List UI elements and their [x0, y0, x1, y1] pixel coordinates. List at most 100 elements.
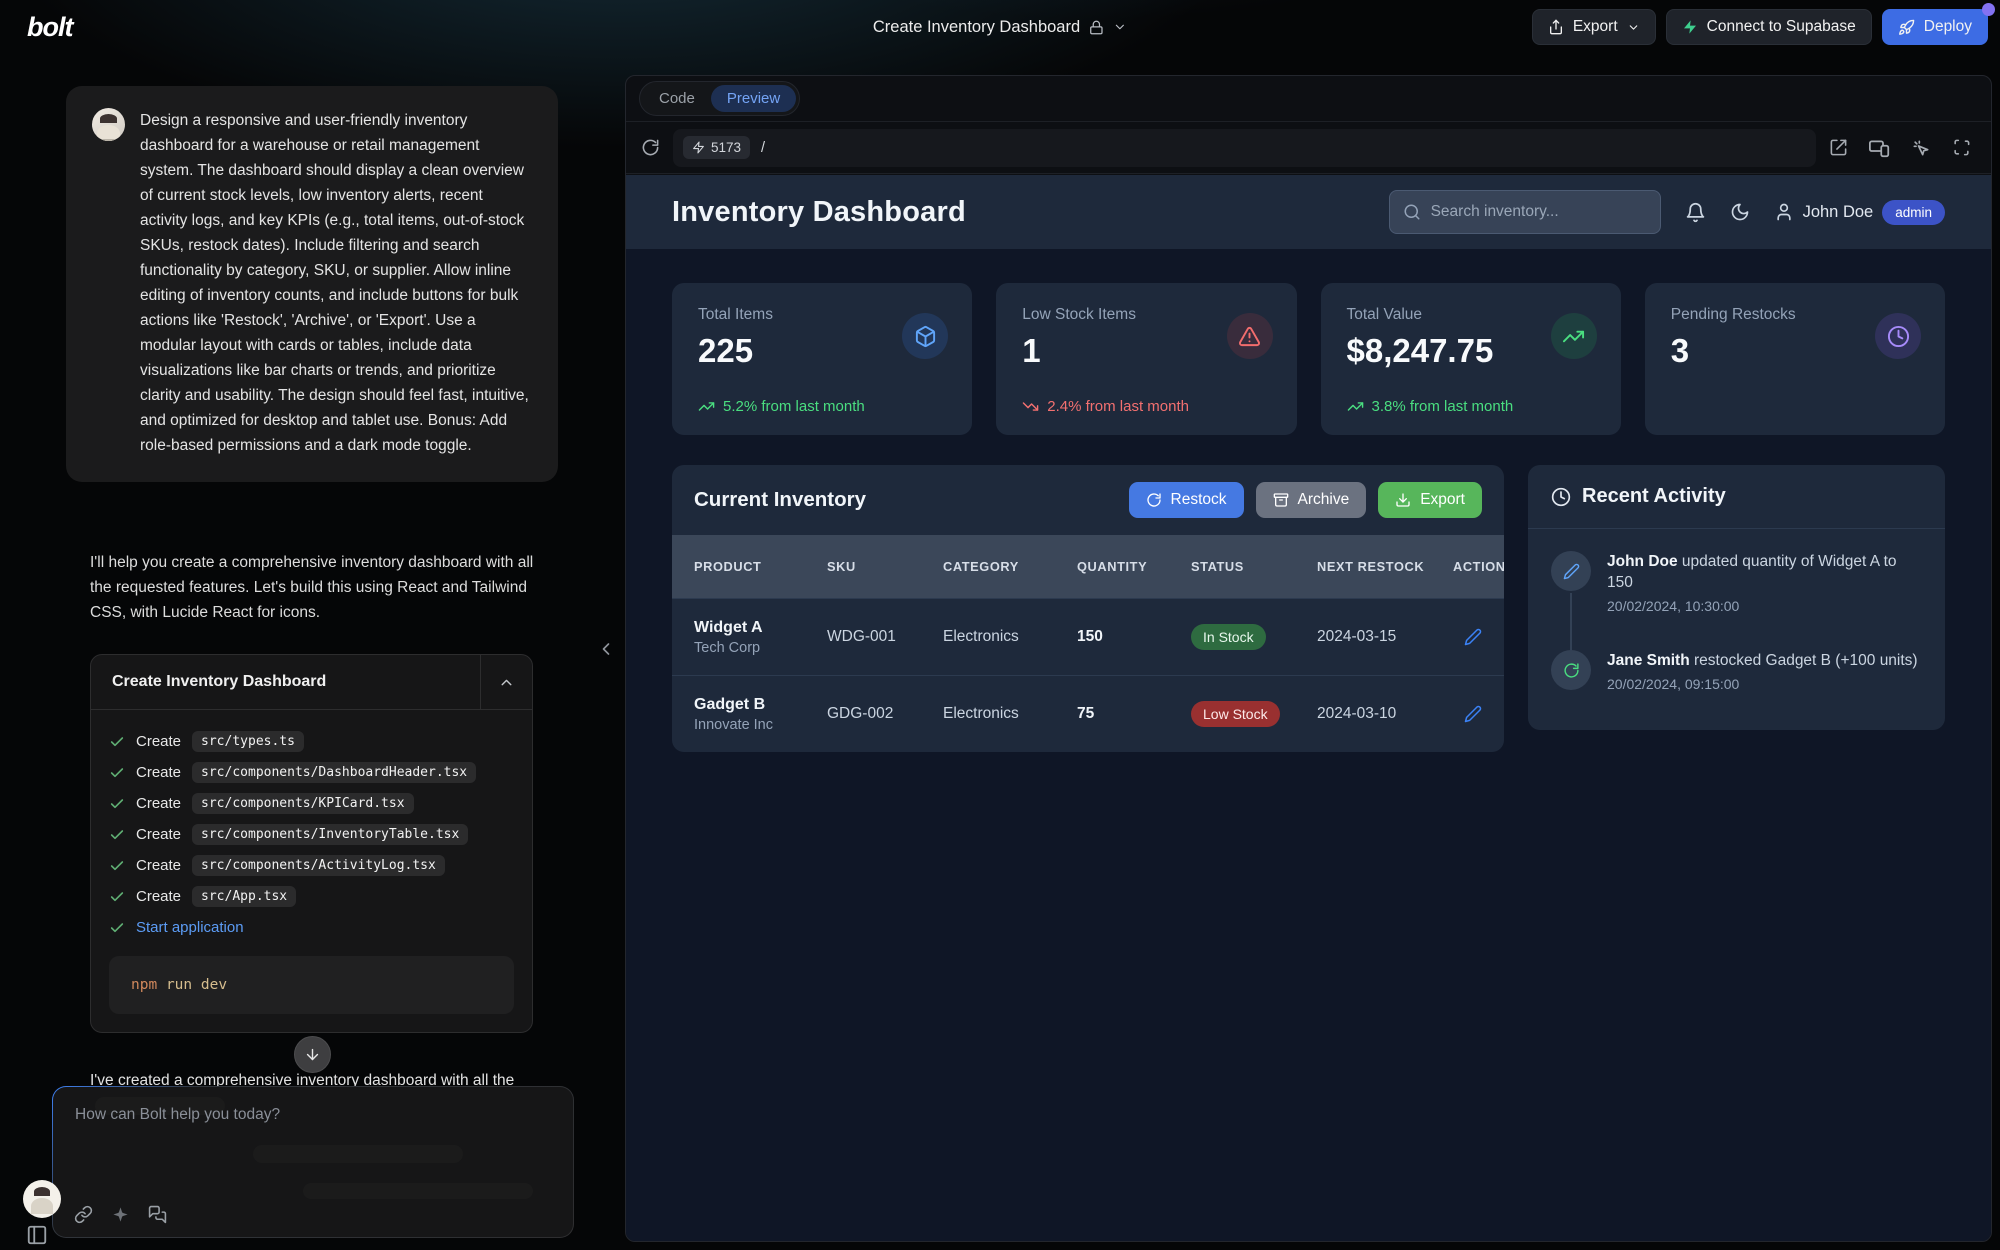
port-chip[interactable]: 5173 — [683, 136, 750, 159]
column-product: Product — [694, 558, 827, 575]
export-button[interactable]: Export — [1532, 9, 1656, 45]
quantity-cell[interactable]: 75 — [1077, 705, 1191, 723]
restock-label: Restock — [1171, 491, 1227, 509]
edit-icon — [1551, 551, 1591, 591]
status-badge: Low Stock — [1191, 701, 1280, 727]
project-title: Create Inventory Dashboard — [873, 18, 1080, 37]
open-external-icon[interactable] — [1829, 138, 1848, 157]
check-icon — [109, 827, 125, 843]
edit-icon[interactable] — [1464, 628, 1482, 646]
collapse-chat-chevron[interactable] — [596, 639, 616, 659]
connect-supabase-button[interactable]: Connect to Supabase — [1666, 9, 1872, 45]
chat-input-box[interactable] — [52, 1086, 574, 1238]
refresh-icon[interactable] — [641, 138, 660, 157]
notification-dot — [1982, 3, 1995, 16]
inventory-search[interactable] — [1389, 190, 1661, 234]
file-path-chip[interactable]: src/components/InventoryTable.tsx — [192, 824, 468, 845]
search-icon — [1403, 203, 1421, 221]
fullscreen-icon[interactable] — [1952, 138, 1971, 157]
bolt-logo: bolt — [27, 12, 72, 43]
scroll-to-bottom-button[interactable] — [294, 1036, 331, 1073]
command-name: npm — [131, 977, 157, 993]
account-avatar[interactable] — [23, 1180, 61, 1218]
file-path-chip[interactable]: src/components/ActivityLog.tsx — [192, 855, 445, 876]
column-category: Category — [943, 558, 1077, 575]
column-sku: SKU — [827, 558, 943, 575]
task-step: Create src/components/DashboardHeader.ts… — [109, 757, 514, 788]
table-row: Gadget B Innovate Inc GDG-002 Electronic… — [672, 675, 1504, 752]
chevron-down-icon — [1627, 21, 1640, 34]
step-action: Create — [136, 888, 181, 905]
inventory-table-card: Current Inventory Restock Archive — [672, 465, 1504, 752]
task-step: Create src/components/ActivityLog.tsx — [109, 850, 514, 881]
link-icon[interactable] — [74, 1205, 93, 1224]
refresh-icon — [1146, 492, 1162, 508]
table-header-row: Product SKU Category Quantity Status Nex… — [672, 535, 1504, 598]
activity-item: John Doe updated quantity of Widget A to… — [1551, 551, 1922, 650]
step-action: Create — [136, 857, 181, 874]
user-menu[interactable]: John Doe admin — [1774, 200, 1945, 225]
kpi-change: 2.4% from last month — [1047, 398, 1189, 415]
chat-input[interactable] — [53, 1087, 573, 1179]
share-icon — [1548, 19, 1564, 35]
task-step: Create src/components/InventoryTable.tsx — [109, 819, 514, 850]
archive-label: Archive — [1298, 491, 1350, 509]
chevron-up-icon — [498, 674, 515, 691]
assistant-intro-text: I'll help you create a comprehensive inv… — [90, 550, 538, 625]
sidebar-toggle-icon[interactable] — [26, 1224, 48, 1246]
sparkles-icon[interactable] — [111, 1205, 130, 1224]
product-supplier: Innovate Inc — [694, 717, 827, 733]
user-avatar — [92, 108, 125, 141]
column-actions: Actions — [1453, 558, 1504, 575]
app-title: Inventory Dashboard — [672, 196, 966, 229]
user-message-text: Design a responsive and user-friendly in… — [140, 108, 534, 458]
recent-activity-card: Recent Activity John Doe updated quantit… — [1528, 465, 1945, 730]
deploy-button[interactable]: Deploy — [1882, 9, 1988, 45]
tab-code[interactable]: Code — [643, 85, 711, 112]
tab-preview[interactable]: Preview — [711, 85, 796, 112]
inspector-cursor-icon[interactable] — [1911, 138, 1931, 158]
quantity-cell[interactable]: 150 — [1077, 628, 1191, 646]
task-panel-title: Create Inventory Dashboard — [91, 673, 480, 691]
address-bar[interactable]: 5173 / — [673, 129, 1816, 167]
terminal-command: npm run dev — [109, 956, 514, 1014]
start-application-step[interactable]: Start application — [109, 912, 514, 943]
lock-icon — [1089, 20, 1104, 35]
chat-bubbles-icon[interactable] — [148, 1205, 167, 1224]
product-name: Widget A — [694, 619, 827, 637]
start-application-label: Start application — [136, 919, 244, 936]
check-icon — [109, 734, 125, 750]
bell-icon[interactable] — [1685, 202, 1706, 223]
table-row: Widget A Tech Corp WDG-001 Electronics 1… — [672, 598, 1504, 675]
file-path-chip[interactable]: src/types.ts — [192, 731, 304, 752]
url-path: / — [761, 140, 765, 156]
file-path-chip[interactable]: src/App.tsx — [192, 886, 296, 907]
restock-button[interactable]: Restock — [1129, 482, 1244, 518]
command-args: run dev — [166, 977, 227, 993]
edit-icon[interactable] — [1464, 705, 1482, 723]
alert-triangle-icon — [1227, 313, 1273, 359]
check-icon — [109, 765, 125, 781]
code-preview-toggle: Code Preview — [639, 81, 800, 116]
collapse-panel-button[interactable] — [480, 655, 532, 710]
dark-mode-toggle-moon-icon[interactable] — [1730, 202, 1750, 222]
column-status: Status — [1191, 558, 1317, 575]
trending-up-icon — [1551, 313, 1597, 359]
clock-icon — [1551, 487, 1571, 507]
chat-panel: Design a responsive and user-friendly in… — [0, 54, 625, 1250]
project-title-menu[interactable]: Create Inventory Dashboard — [873, 0, 1127, 54]
sku-cell: GDG-002 — [827, 705, 943, 723]
check-icon — [109, 796, 125, 812]
export-data-button[interactable]: Export — [1378, 482, 1482, 518]
download-icon — [1395, 492, 1411, 508]
file-path-chip[interactable]: src/components/KPICard.tsx — [192, 793, 414, 814]
search-input[interactable] — [1431, 203, 1647, 221]
file-path-chip[interactable]: src/components/DashboardHeader.tsx — [192, 762, 476, 783]
clock-icon — [1875, 313, 1921, 359]
archive-button[interactable]: Archive — [1256, 482, 1367, 518]
task-panel-header: Create Inventory Dashboard — [91, 655, 532, 710]
user-message: Design a responsive and user-friendly in… — [66, 86, 558, 482]
device-preview-icon[interactable] — [1869, 137, 1890, 158]
topbar: bolt Create Inventory Dashboard Export C… — [0, 0, 2000, 54]
check-icon — [109, 858, 125, 874]
